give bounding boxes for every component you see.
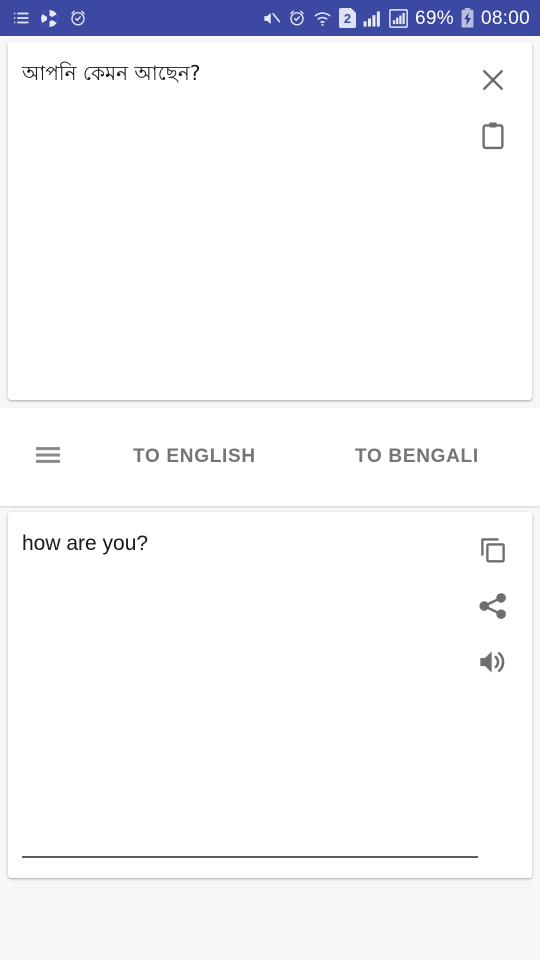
status-bar-right-icons: 2 69% 08:00 bbox=[262, 8, 530, 28]
translate-controls-bar: TO ENGLISH TO BENGALI bbox=[0, 408, 540, 506]
copy-button[interactable] bbox=[466, 524, 520, 580]
source-card-actions bbox=[466, 54, 520, 166]
status-bar: 2 69% 08:00 bbox=[0, 0, 540, 36]
camera-aperture-icon bbox=[40, 9, 59, 28]
source-text-card: আপনি কেমন আছেন? bbox=[8, 42, 532, 425]
clear-button[interactable] bbox=[466, 54, 520, 110]
close-icon bbox=[478, 65, 508, 100]
alarm-clock-icon bbox=[288, 9, 306, 27]
status-bar-left-icons bbox=[12, 9, 87, 28]
paste-button[interactable] bbox=[466, 110, 520, 166]
list-icon bbox=[12, 9, 30, 27]
to-english-button[interactable]: TO ENGLISH bbox=[127, 436, 262, 478]
battery-percentage: 69% bbox=[415, 7, 454, 29]
target-card-actions bbox=[466, 524, 520, 692]
share-icon bbox=[478, 591, 508, 626]
mute-icon bbox=[262, 9, 281, 28]
source-text[interactable]: আপনি কেমন আছেন? bbox=[22, 60, 460, 87]
clipboard-icon bbox=[478, 121, 508, 156]
signal-boxed-icon bbox=[389, 8, 408, 28]
speaker-icon bbox=[477, 646, 509, 683]
clock: 08:00 bbox=[480, 7, 530, 29]
target-input-underline bbox=[22, 856, 478, 858]
copy-icon bbox=[478, 535, 508, 570]
battery-charging-icon bbox=[461, 8, 474, 28]
speak-button[interactable] bbox=[466, 636, 520, 692]
share-button[interactable] bbox=[466, 580, 520, 636]
menu-icon bbox=[31, 438, 65, 477]
signal-bars-icon bbox=[363, 10, 382, 27]
menu-button[interactable] bbox=[24, 433, 72, 481]
sim-card-icon: 2 bbox=[339, 8, 357, 28]
translated-text[interactable]: how are you? bbox=[22, 530, 460, 558]
sim-card-label: 2 bbox=[343, 10, 352, 26]
to-bengali-button[interactable]: TO BENGALI bbox=[349, 436, 485, 478]
wifi-icon bbox=[313, 9, 332, 28]
alarm-clock-icon bbox=[69, 9, 87, 27]
target-text-card: how are you? bbox=[8, 512, 532, 878]
